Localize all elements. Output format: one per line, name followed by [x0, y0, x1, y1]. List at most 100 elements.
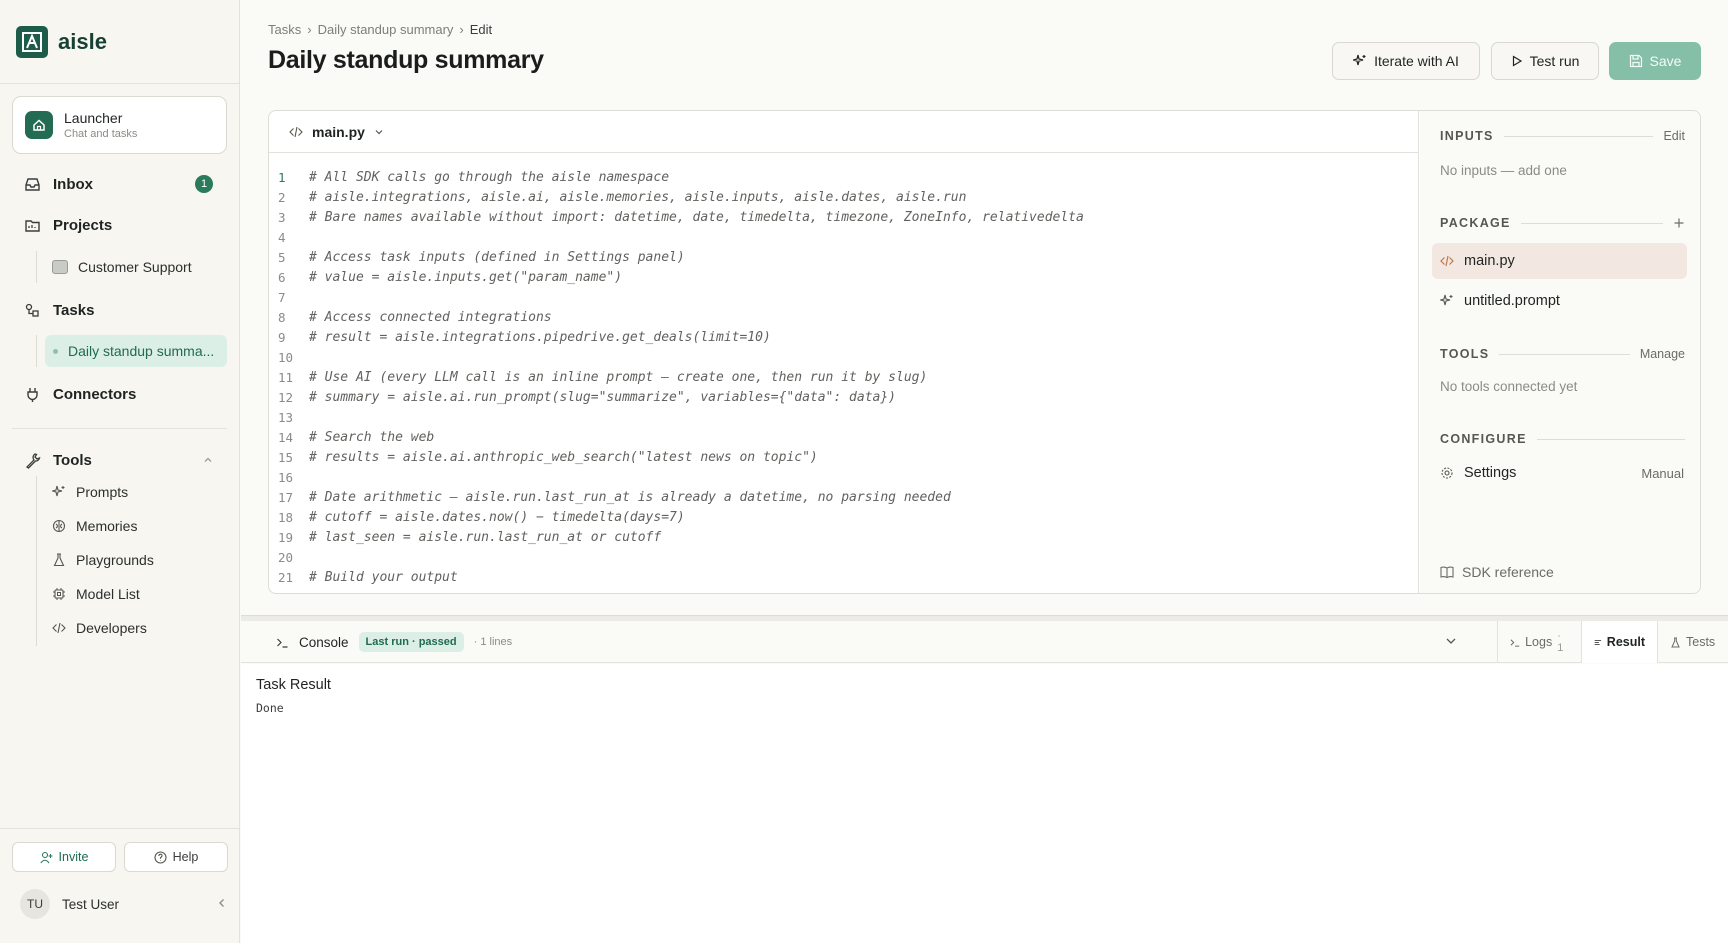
section-rule [1499, 353, 1630, 355]
tasks-icon [25, 303, 39, 317]
tab-result-label: Result [1606, 635, 1645, 649]
tools-item-prompts[interactable]: Prompts [44, 476, 227, 508]
nav-tools[interactable]: Tools [12, 443, 227, 477]
nav-tasks[interactable]: Tasks [12, 293, 227, 327]
test-run-button[interactable]: Test run [1491, 42, 1599, 80]
code-line[interactable]: 21 # Build your output [269, 567, 1419, 587]
tools-section-heading: TOOLS Manage [1440, 347, 1685, 361]
breadcrumb-separator: › [459, 22, 464, 37]
code-text: # Search the web [309, 429, 435, 445]
code-line[interactable]: 17 # Date arithmetic — aisle.run.last_run… [269, 487, 1419, 507]
code-text: # Date arithmetic — aisle.run.last_run_a… [309, 489, 951, 505]
invite-label: Invite [58, 850, 89, 864]
help-label: Help [172, 850, 199, 864]
sdk-reference-link[interactable]: SDK reference [1440, 564, 1554, 580]
package-file-main[interactable]: main.py [1432, 243, 1687, 279]
task-item-daily-standup[interactable]: Daily standup summa... [45, 335, 227, 367]
code-text: # cutoff = aisle.dates.now() − timedelta… [309, 509, 685, 525]
code-line[interactable]: 9 # result = aisle.integrations.pipedrive… [269, 327, 1419, 347]
line-number: 7 [278, 289, 286, 305]
code-icon [289, 126, 303, 137]
nav-tasks-label: Tasks [53, 301, 95, 319]
tools-item-developers[interactable]: Developers [44, 612, 227, 644]
editor-panel: main.py 1 # All SDK calls go through the … [268, 110, 1701, 594]
tools-manage-link[interactable]: Manage [1640, 347, 1685, 361]
breadcrumb-tasks[interactable]: Tasks [268, 22, 301, 37]
code-line[interactable]: 13 [269, 407, 1419, 427]
nav-projects[interactable]: Projects [12, 208, 227, 242]
code-text: # Access connected integrations [309, 309, 552, 325]
code-line[interactable]: 5 # Access task inputs (defined in Settin… [269, 247, 1419, 267]
code-line[interactable]: 7 [269, 287, 1419, 307]
settings-row[interactable]: Settings Manual [1432, 455, 1690, 491]
tab-tests[interactable]: Tests [1657, 621, 1728, 663]
active-dot [53, 348, 58, 354]
brand[interactable]: aisle [0, 0, 239, 84]
invite-button[interactable]: Invite [12, 842, 116, 872]
user-menu[interactable]: TU Test User [20, 888, 230, 920]
tab-result[interactable]: Result [1581, 621, 1657, 663]
collapse-sidebar-icon[interactable] [216, 897, 228, 909]
code-line[interactable]: 1 # All SDK calls go through the aisle na… [269, 167, 1419, 187]
code-text: # aisle.integrations, aisle.ai, aisle.me… [309, 189, 967, 205]
list-icon [1594, 639, 1602, 645]
save-button[interactable]: Save [1609, 42, 1701, 80]
tab-logs[interactable]: Logs · 1 [1497, 621, 1581, 663]
tools-item-model-list[interactable]: Model List [44, 578, 227, 610]
code-line[interactable]: 2 # aisle.integrations, aisle.ai, aisle.m… [269, 187, 1419, 207]
code-icon [52, 622, 66, 634]
code-line[interactable]: 12 # summary = aisle.ai.run_prompt(slug="… [269, 387, 1419, 407]
launcher-title: Launcher [64, 110, 123, 126]
package-file-label: untitled.prompt [1464, 293, 1560, 309]
code-line[interactable]: 4 [269, 227, 1419, 247]
launcher-button[interactable]: Launcher Chat and tasks [12, 96, 227, 154]
play-icon [1512, 55, 1522, 67]
inputs-edit-link[interactable]: Edit [1663, 129, 1685, 143]
section-rule [1503, 135, 1654, 137]
breadcrumb-task[interactable]: Daily standup summary [318, 22, 454, 37]
add-file-icon[interactable] [1673, 217, 1685, 229]
line-number: 17 [278, 489, 294, 505]
tree-line [36, 476, 37, 646]
code-line[interactable]: 16 [269, 467, 1419, 487]
code-line[interactable]: 8 # Access connected integrations [269, 307, 1419, 327]
tools-item-memories[interactable]: Memories [44, 510, 227, 542]
divider [12, 428, 227, 429]
configure-heading: CONFIGURE [1440, 432, 1527, 446]
line-number: 3 [278, 209, 286, 225]
iterate-with-ai-button[interactable]: Iterate with AI [1332, 42, 1480, 80]
nav-tools-label: Tools [53, 451, 92, 469]
chevron-down-icon[interactable] [374, 127, 384, 137]
code-line[interactable]: 14 # Search the web [269, 427, 1419, 447]
project-item-customer-support[interactable]: Customer Support [44, 251, 227, 283]
code-line[interactable]: 3 # Bare names available without import: … [269, 207, 1419, 227]
code-line[interactable]: 18 # cutoff = aisle.dates.now() − timedel… [269, 507, 1419, 527]
save-icon [1629, 54, 1642, 68]
package-file-prompt[interactable]: untitled.prompt [1432, 283, 1687, 319]
tools-item-playgrounds[interactable]: Playgrounds [44, 544, 227, 576]
page-title: Daily standup summary [268, 46, 544, 74]
result-panel: Task Result Done [241, 664, 1728, 943]
code-line[interactable]: 11 # Use AI (every LLM call is an inline … [269, 367, 1419, 387]
line-number: 18 [278, 509, 294, 525]
file-tab[interactable]: main.py [312, 124, 365, 140]
help-button[interactable]: Help [124, 842, 228, 872]
code-line[interactable]: 20 [269, 547, 1419, 567]
code-line[interactable]: 19 # last_seen = aisle.run.last_run_at or… [269, 527, 1419, 547]
nav-connectors[interactable]: Connectors [12, 377, 227, 411]
tree-line [36, 251, 37, 283]
result-value: Done [256, 701, 284, 715]
code-line[interactable]: 15 # results = aisle.ai.anthropic_web_sea… [269, 447, 1419, 467]
code-editor[interactable]: 1 # All SDK calls go through the aisle na… [269, 167, 1419, 593]
result-title: Task Result [256, 677, 331, 693]
code-line[interactable]: 10 [269, 347, 1419, 367]
code-line[interactable]: 6 # value = aisle.inputs.get("param_name"… [269, 267, 1419, 287]
settings-value: Manual [1641, 465, 1684, 481]
chevron-up-icon[interactable] [203, 455, 213, 465]
nav-inbox[interactable]: Inbox 1 [12, 167, 227, 201]
terminal-icon [277, 638, 288, 648]
avatar: TU [20, 889, 50, 919]
tab-tests-label: Tests [1686, 635, 1716, 649]
sdk-reference-label: SDK reference [1462, 564, 1554, 580]
chevron-down-icon[interactable] [1444, 634, 1458, 648]
